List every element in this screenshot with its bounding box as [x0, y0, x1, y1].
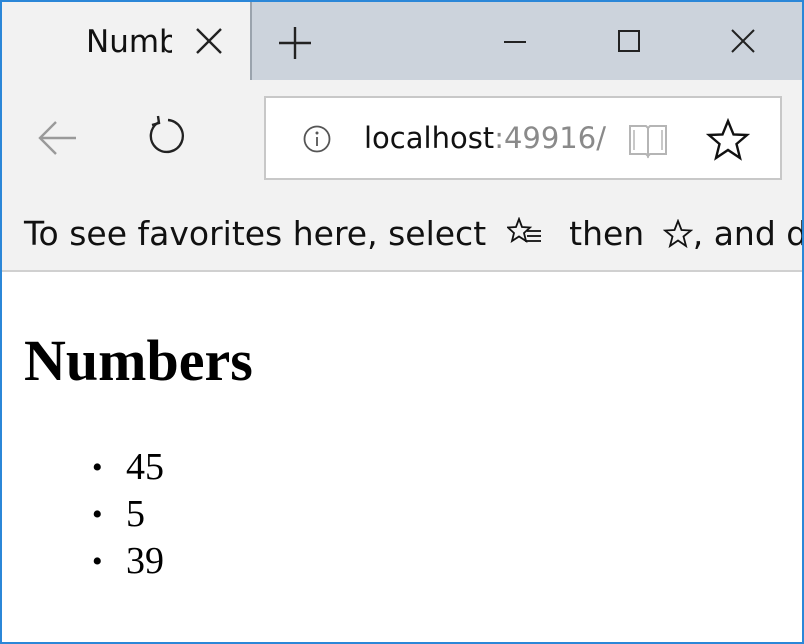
browser-window: Numbers [0, 0, 804, 644]
window-close-icon[interactable] [726, 24, 760, 58]
address-bar[interactable]: localhost:49916/ [264, 96, 782, 180]
browser-tab[interactable]: Numbers [2, 2, 252, 80]
favorites-bar-hint: To see favorites here, select then , and… [24, 212, 802, 256]
favorites-hint-text-3: , and dra [692, 214, 802, 253]
minimize-icon[interactable] [498, 24, 532, 58]
book-icon[interactable] [626, 120, 670, 160]
list-item-value: 5 [126, 493, 145, 535]
list-item: • 5 [2, 491, 164, 538]
list-item: • 45 [2, 444, 164, 491]
favorites-hint-text-1: To see favorites here, select [24, 214, 487, 253]
bullet: • [92, 498, 103, 531]
plus-icon[interactable] [276, 24, 314, 62]
url-host: localhost [364, 121, 495, 155]
list-item-value: 45 [126, 446, 164, 488]
close-icon[interactable] [194, 26, 224, 56]
bullet: • [92, 451, 103, 484]
list-item-value: 39 [126, 540, 164, 582]
page-title: Numbers [24, 328, 253, 393]
page-content: Numbers • 45 • 5 • 39 [2, 272, 802, 642]
numbers-list: • 45 • 5 • 39 [2, 444, 164, 585]
bullet: • [92, 545, 103, 578]
tab-title: Numbers [86, 24, 172, 60]
back-arrow-icon[interactable] [36, 116, 80, 160]
list-item: • 39 [2, 538, 164, 585]
url-port-path: :49916/ [494, 121, 606, 155]
favorites-bar: To see favorites here, select then , and… [2, 198, 802, 272]
favorites-hint-text-2: then [569, 214, 645, 253]
maximize-icon[interactable] [612, 24, 646, 58]
favorites-list-icon [506, 217, 541, 243]
navigation-bar: localhost:49916/ [2, 80, 802, 198]
refresh-icon[interactable] [146, 114, 190, 158]
url-text[interactable]: localhost:49916/ [364, 118, 606, 158]
title-bar: Numbers [2, 2, 802, 80]
small-star-icon [662, 219, 693, 249]
star-icon[interactable] [706, 118, 750, 162]
info-icon[interactable] [302, 124, 332, 154]
